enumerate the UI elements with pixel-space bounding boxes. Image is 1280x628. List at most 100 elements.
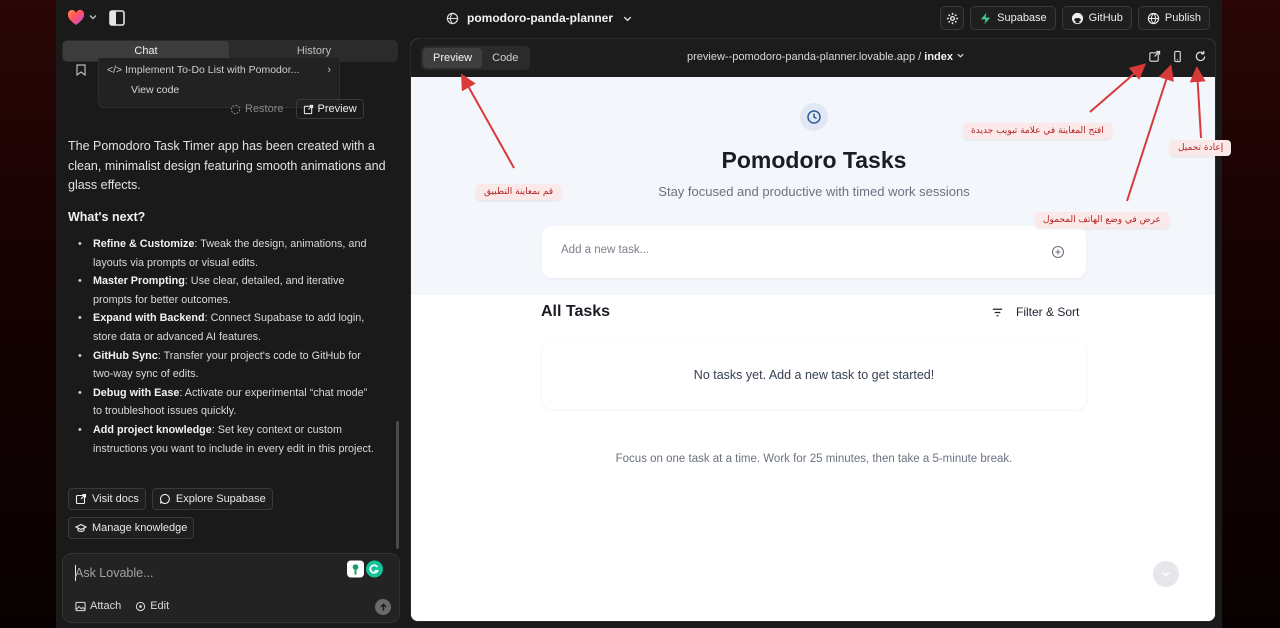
restore-button[interactable]: Restore xyxy=(224,99,290,119)
visit-docs-button[interactable]: Visit docs xyxy=(68,488,146,510)
edit-actions: Restore Preview xyxy=(224,99,364,119)
sidebar-toggle-icon[interactable] xyxy=(106,8,128,28)
send-button[interactable] xyxy=(375,599,391,615)
scroll-down-button[interactable] xyxy=(1153,561,1179,587)
list-item-title: Debug with Ease xyxy=(93,386,180,399)
preview-code-toggle: Preview Code xyxy=(421,46,531,70)
edit-label: Edit xyxy=(150,600,170,612)
preview-edit-button[interactable]: Preview xyxy=(295,99,364,119)
top-bar: pomodoro-panda-planner Supabase GitHub P… xyxy=(56,0,1222,36)
app-preview: Pomodoro Tasks Stay focused and producti… xyxy=(411,77,1215,621)
bookmark-icon[interactable] xyxy=(76,64,86,76)
supabase-bolt-icon xyxy=(980,12,991,24)
globe-icon xyxy=(446,12,459,24)
suggestion-row-1: Visit docs Explore Supabase xyxy=(68,488,273,510)
publish-label: Publish xyxy=(1164,12,1201,24)
chevron-right-icon[interactable]: › xyxy=(327,64,331,76)
all-tasks-heading: All Tasks xyxy=(541,303,611,320)
tab-code[interactable]: Code xyxy=(482,48,528,68)
manage-knowledge-button[interactable]: Manage knowledge xyxy=(68,517,195,539)
publish-button[interactable]: Publish xyxy=(1137,6,1210,30)
next-steps-list: Refine & Customize: Tweak the design, an… xyxy=(78,235,378,458)
plus-circle-icon[interactable] xyxy=(1051,245,1065,259)
chevron-down-icon xyxy=(623,16,632,21)
clock-badge xyxy=(800,103,828,131)
annotation-open-new-tab: افتح المعاينة في علامة تبويب جديدة xyxy=(963,123,1112,139)
supabase-button[interactable]: Supabase xyxy=(970,6,1056,30)
chevron-down-icon xyxy=(1162,571,1170,577)
annotation-reload: إعادة تحميل xyxy=(1170,140,1232,156)
view-code-link[interactable]: View code xyxy=(131,84,179,96)
filter-icon xyxy=(992,308,1003,316)
empty-tasks-message: No tasks yet. Add a new task to get star… xyxy=(542,341,1086,409)
list-item: Master Prompting: Use clear, detailed, a… xyxy=(78,272,378,309)
preview-header-actions xyxy=(1148,50,1207,63)
visit-docs-label: Visit docs xyxy=(92,493,139,505)
add-task-input[interactable] xyxy=(561,244,1031,256)
lovable-heart-icon[interactable] xyxy=(66,8,86,28)
list-item: Refine & Customize: Tweak the design, an… xyxy=(78,235,378,272)
empty-tasks-text: No tasks yet. Add a new task to get star… xyxy=(693,368,935,382)
preview-header: Preview Code preview--pomodoro-panda-pla… xyxy=(411,39,1215,77)
background-left xyxy=(0,0,56,628)
grammarly-status-icon xyxy=(347,560,364,578)
project-selector[interactable]: pomodoro-panda-planner xyxy=(446,9,634,27)
graduation-cap-icon xyxy=(75,523,87,533)
add-task-card xyxy=(542,226,1086,278)
focus-tip: Focus on one task at a time. Work for 25… xyxy=(615,453,1013,465)
restore-icon xyxy=(230,104,241,114)
filter-sort-button[interactable]: Filter & Sort xyxy=(991,305,1079,319)
chevron-down-icon[interactable] xyxy=(87,11,99,23)
attach-label: Attach xyxy=(90,600,122,612)
settings-button[interactable] xyxy=(940,6,965,30)
explore-supabase-label: Explore Supabase xyxy=(175,493,266,505)
chat-panel: Chat History </> Implement To-Do List wi… xyxy=(56,36,404,628)
github-label: GitHub xyxy=(1088,12,1123,24)
attach-button[interactable]: Attach xyxy=(75,600,121,612)
gear-icon xyxy=(946,12,958,24)
explore-supabase-button[interactable]: Explore Supabase xyxy=(151,488,273,510)
composer-actions: Attach Edit xyxy=(75,600,169,612)
list-item: Expand with Backend: Connect Supabase to… xyxy=(78,309,378,346)
app-title: Pomodoro Tasks xyxy=(721,147,907,173)
whats-next-heading: What's next? xyxy=(68,210,146,224)
chat-scrollbar[interactable] xyxy=(396,421,399,549)
top-actions: Supabase GitHub Publish xyxy=(940,6,1210,30)
external-link-icon xyxy=(303,104,313,114)
annotation-mobile-view: عرض في وضع الهاتف المحمول xyxy=(1035,212,1169,228)
image-icon xyxy=(75,601,86,611)
preview-url[interactable]: preview--pomodoro-panda-planner.lovable.… xyxy=(687,51,965,63)
supabase-label: Supabase xyxy=(997,12,1047,24)
arrow-up-icon xyxy=(379,602,387,611)
list-item: Add project knowledge: Set key context o… xyxy=(78,421,378,458)
github-button[interactable]: GitHub xyxy=(1061,6,1132,30)
github-icon xyxy=(1071,12,1083,24)
preview-label: Preview xyxy=(317,103,357,115)
tab-preview[interactable]: Preview xyxy=(423,48,483,68)
edit-title-text: Implement To-Do List with Pomodor... xyxy=(125,64,300,76)
suggestion-row-2: Manage knowledge xyxy=(68,517,195,539)
chat-input[interactable] xyxy=(75,566,325,580)
grammarly-badge[interactable] xyxy=(347,560,383,578)
manage-knowledge-label: Manage knowledge xyxy=(92,522,188,534)
chat-composer: Attach Edit xyxy=(62,553,400,623)
project-name: pomodoro-panda-planner xyxy=(467,11,613,25)
app-window: pomodoro-panda-planner Supabase GitHub P… xyxy=(56,0,1222,628)
open-new-tab-icon[interactable] xyxy=(1148,50,1161,63)
edit-title: </> Implement To-Do List with Pomodor... xyxy=(107,64,317,76)
target-icon xyxy=(136,601,146,611)
mobile-phone-icon[interactable] xyxy=(1171,50,1184,63)
list-item-title: Refine & Customize xyxy=(93,238,195,250)
list-item: GitHub Sync: Transfer your project's cod… xyxy=(78,347,378,384)
list-item: Debug with Ease: Activate our experiment… xyxy=(78,384,378,421)
reload-icon[interactable] xyxy=(1194,50,1207,63)
chat-bubble-icon xyxy=(159,493,170,505)
chevron-down-icon xyxy=(957,53,964,58)
filter-sort-label: Filter & Sort xyxy=(1016,305,1080,319)
globe-icon xyxy=(1147,12,1160,24)
external-link-icon xyxy=(75,493,87,505)
annotation-preview-app: قم بمعاينة التطبيق xyxy=(476,184,562,200)
list-item-title: Expand with Backend xyxy=(93,312,205,325)
restore-label: Restore xyxy=(245,103,284,115)
edit-button[interactable]: Edit xyxy=(135,600,169,612)
